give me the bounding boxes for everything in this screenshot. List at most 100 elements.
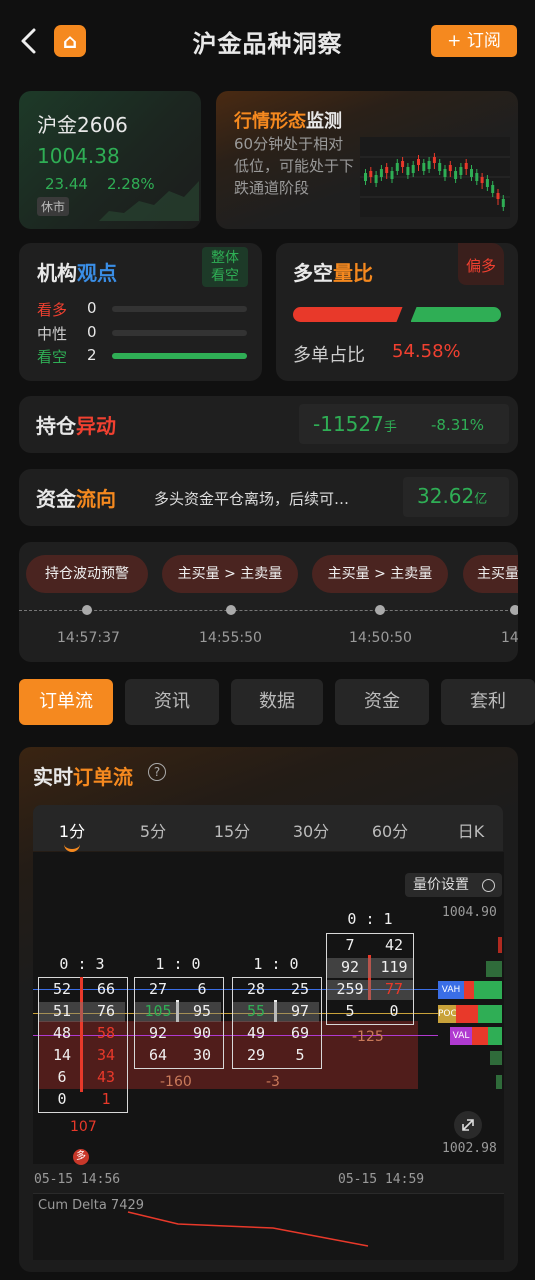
alert-pill-buy-2[interactable]: 主买量 > 主卖量 <box>312 555 448 593</box>
institution-title: 机构观点 <box>37 257 117 286</box>
candle-delta: -160 <box>160 1074 192 1090</box>
institution-title-a: 机构 <box>37 261 77 285</box>
price-change: 23.44 <box>45 175 88 193</box>
footprint-ask-cell: 25 <box>290 980 310 998</box>
capital-title-a: 资金 <box>36 487 76 511</box>
capital-title: 资金流向 <box>36 483 116 512</box>
price-high-label: 1004.90 <box>442 905 497 920</box>
price-settings-button[interactable]: 量价设置 <box>405 873 502 897</box>
footprint-ask-cell: 97 <box>290 1002 310 1020</box>
volume-profile-bar <box>498 937 502 953</box>
subscribe-button[interactable]: + 订阅 <box>431 25 517 57</box>
capital-flow-card[interactable]: 资金流向 多头资金平仓离场，后续可… 32.62亿 <box>19 469 518 526</box>
pattern-title: 行情形态监测 <box>234 107 342 133</box>
expand-icon[interactable] <box>454 1111 482 1139</box>
last-price: 1004.38 <box>37 144 120 168</box>
footprint-ask-cell: 6 <box>197 980 207 998</box>
position-unit: 手 <box>383 420 397 435</box>
timeframe-15m[interactable]: 15分 <box>202 818 262 842</box>
tab-capital[interactable]: 资金 <box>335 679 429 725</box>
alert-time: 14:55:50 <box>199 630 262 646</box>
pattern-title-accent: 行情形态 <box>234 111 306 132</box>
pattern-title-rest: 监测 <box>306 111 342 132</box>
candle-delta: -3 <box>266 1074 280 1090</box>
footprint-ask-cell: 1 <box>101 1090 111 1108</box>
footprint-ask-cell: 66 <box>96 980 116 998</box>
timeline-dot <box>226 605 236 615</box>
time-left-label: 05-15 14:56 <box>34 1172 121 1187</box>
footprint-ask-cell: 30 <box>192 1046 212 1064</box>
institution-card[interactable]: 机构观点 整体 看空 看多 0 中性 0 看空 2 <box>19 243 262 381</box>
timeframe-5m[interactable]: 5分 <box>123 818 183 842</box>
footprint-ask-cell: 43 <box>96 1068 116 1086</box>
price-change-pct: 2.28% <box>107 175 155 193</box>
neutral-bar <box>112 330 247 336</box>
alert-pill-buy-3[interactable]: 主买量 <box>463 555 518 593</box>
val-tag: VAL <box>450 1027 472 1045</box>
orderflow-title-a: 实时 <box>33 765 73 789</box>
position-pct: -8.31% <box>431 416 485 434</box>
longshort-title-b: 量比 <box>333 261 373 285</box>
timeframe-day[interactable]: 日K <box>441 818 501 842</box>
footprint-ask-cell: 42 <box>384 936 404 954</box>
time-right-label: 05-15 14:59 <box>338 1172 425 1187</box>
bullish-count: 0 <box>87 299 97 317</box>
footprint-ask-cell: 119 <box>380 958 408 976</box>
long-ratio-value: 54.58% <box>392 341 461 362</box>
timeline-dot <box>375 605 385 615</box>
alerts-card[interactable]: 持仓波动预警 主买量 > 主卖量 主买量 > 主卖量 主买量 14:57:37 … <box>19 542 518 662</box>
position-change-card[interactable]: 持仓异动 -11527手 -8.31% <box>19 396 518 453</box>
poc-marker: POC <box>438 1005 502 1023</box>
timeframe-1m[interactable]: 1分 <box>42 818 102 842</box>
footprint-ask-cell: 5 <box>295 1046 305 1064</box>
institution-badge: 整体 看空 <box>202 247 248 287</box>
position-value-num: -11527 <box>313 412 384 436</box>
long-ratio-label: 多单占比 <box>293 345 365 366</box>
footprint-bid-cell: 51 <box>52 1002 72 1020</box>
tab-arbitrage[interactable]: 套利 <box>441 679 535 725</box>
longshort-card[interactable]: 多空量比 偏多 多单占比 54.58% <box>276 243 518 381</box>
help-icon[interactable]: ? <box>148 763 166 781</box>
quote-card[interactable]: 沪金2606 1004.38 23.44 2.28% 休市 <box>19 91 201 229</box>
alert-pill-position[interactable]: 持仓波动预警 <box>26 555 148 593</box>
position-title-a: 持仓 <box>36 414 76 438</box>
footprint-ask-cell: 69 <box>290 1024 310 1042</box>
orderflow-title-b: 订单流 <box>73 765 133 789</box>
contract-name: 沪金2606 <box>37 113 128 137</box>
pattern-mini-chart <box>360 137 510 217</box>
alert-pill-buy-1[interactable]: 主买量 > 主卖量 <box>162 555 298 593</box>
footprint-ask-cell: 58 <box>96 1024 116 1042</box>
cum-delta-panel: Cum Delta 7429 <box>33 1193 504 1260</box>
bullish-bar <box>112 306 247 312</box>
footprint-bid-cell: 92 <box>340 958 360 976</box>
tab-orderflow[interactable]: 订单流 <box>19 679 113 725</box>
candle-delta: -125 <box>352 1029 384 1045</box>
bullish-label: 看多 <box>37 301 68 319</box>
volume-profile-bar <box>496 1075 502 1089</box>
footprint-bid-cell: 5 <box>345 1002 355 1020</box>
settings-eye-icon <box>482 879 495 892</box>
pattern-card[interactable]: 行情形态监测 60分钟处于相对低位，可能处于下跌通道阶段 <box>216 91 518 229</box>
longshort-title-a: 多空 <box>293 261 333 285</box>
orderflow-title: 实时订单流 <box>33 761 133 790</box>
tab-news[interactable]: 资讯 <box>125 679 219 725</box>
institution-title-b: 观点 <box>77 261 117 285</box>
footprint-bid-cell: 14 <box>52 1046 72 1064</box>
price-low-label: 1002.98 <box>442 1141 497 1156</box>
longshort-badge: 偏多 <box>458 243 504 285</box>
footprint-bid-cell: 64 <box>148 1046 168 1064</box>
longshort-ratio-bar <box>293 307 501 322</box>
timeframe-30m[interactable]: 30分 <box>281 818 341 842</box>
neutral-count: 0 <box>87 323 97 341</box>
bearish-count: 2 <box>87 346 97 364</box>
candle-header: 1 : 0 <box>253 955 299 973</box>
capital-value-num: 32.62 <box>417 484 475 508</box>
volume-profile-bar <box>486 961 502 977</box>
tab-data[interactable]: 数据 <box>231 679 323 725</box>
footprint-ask-cell: 34 <box>96 1046 116 1064</box>
footprint-bid-cell: 6 <box>57 1068 67 1086</box>
capital-unit: 亿 <box>474 492 488 507</box>
timeline-dot <box>510 605 518 615</box>
timeframe-60m[interactable]: 60分 <box>360 818 420 842</box>
footprint-bid-cell: 55 <box>246 1002 266 1020</box>
